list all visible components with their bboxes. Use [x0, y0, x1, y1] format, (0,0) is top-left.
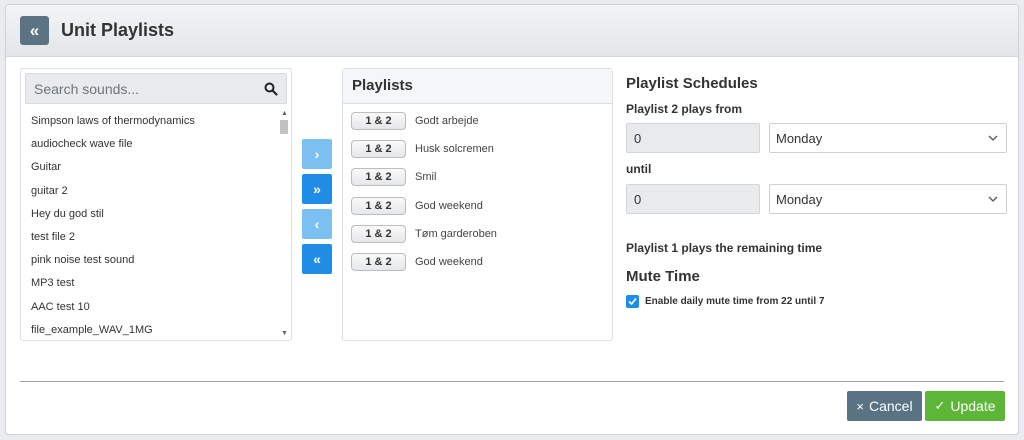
playlist-badge[interactable]: 1 & 2 — [351, 140, 406, 159]
playlist-name: God weekend — [415, 256, 483, 269]
until-label: until — [626, 162, 652, 176]
remove-all-button[interactable]: « — [302, 244, 332, 274]
playlist-row[interactable]: 1 & 2 God weekend — [343, 248, 612, 276]
mute-time-checkbox[interactable] — [626, 295, 639, 308]
from-fields: 0 Monday — [626, 123, 1007, 153]
add-all-button[interactable]: » — [302, 174, 332, 204]
remove-selected-button[interactable]: ‹ — [302, 209, 332, 239]
schedule-panel: Playlist Schedules Playlist 2 plays from… — [626, 75, 1007, 308]
list-item[interactable]: test file 2 — [21, 226, 279, 249]
cancel-button[interactable]: × Cancel — [847, 391, 922, 421]
cancel-button-label: Cancel — [869, 398, 913, 414]
update-button-label: Update — [950, 398, 996, 414]
unit-playlists-dialog: « Unit Playlists Search sounds... Simpso… — [5, 4, 1019, 435]
playlist-badge[interactable]: 1 & 2 — [351, 168, 406, 187]
until-day-value: Monday — [776, 192, 823, 207]
playlists-panel: Playlists 1 & 2 Godt arbejde 1 & 2 Husk … — [342, 68, 613, 341]
until-hour-input[interactable]: 0 — [626, 184, 760, 214]
footer-divider — [20, 381, 1004, 382]
schedule-title: Playlist Schedules — [626, 75, 758, 92]
sounds-panel: Search sounds... Simpson laws of thermod… — [20, 68, 292, 341]
search-input[interactable]: Search sounds... — [25, 73, 287, 104]
add-selected-button[interactable]: › — [302, 139, 332, 169]
scrollbar-thumb[interactable] — [280, 120, 288, 134]
remaining-time-text: Playlist 1 plays the remaining time — [626, 241, 823, 255]
playlists-title: Playlists — [343, 69, 612, 104]
until-day-select[interactable]: Monday — [769, 184, 1007, 214]
scroll-up-arrow-icon[interactable]: ▲ — [280, 110, 289, 118]
playlist-row[interactable]: 1 & 2 Smil — [343, 163, 612, 191]
playlist-row[interactable]: 1 & 2 Husk solcremen — [343, 135, 612, 163]
list-item[interactable]: Hey du god stil — [21, 203, 279, 226]
checkmark-icon — [628, 297, 637, 306]
from-day-value: Monday — [776, 131, 823, 146]
playlist-name: God weekend — [415, 199, 483, 212]
playlist-badge[interactable]: 1 & 2 — [351, 224, 406, 243]
playlist-name: Husk solcremen — [415, 143, 494, 156]
from-hour-input[interactable]: 0 — [626, 123, 760, 153]
playlist-row[interactable]: 1 & 2 Godt arbejde — [343, 107, 612, 135]
playlist-name: Godt arbejde — [415, 115, 479, 128]
sound-list-scrollbar[interactable]: ▲ ▼ — [280, 110, 289, 338]
until-fields: 0 Monday — [626, 184, 1007, 214]
double-chevron-left-icon: « — [313, 251, 321, 267]
playlist-name: Smil — [415, 171, 437, 184]
search-placeholder: Search sounds... — [34, 80, 140, 97]
list-item[interactable]: audiocheck wave file — [21, 133, 279, 156]
list-item[interactable]: guitar 2 — [21, 180, 279, 203]
playlist-name: Tøm garderoben — [415, 227, 497, 240]
list-item[interactable]: file_example_WAV_1MG — [21, 319, 279, 340]
list-item[interactable]: AAC test 10 — [21, 296, 279, 319]
scroll-down-arrow-icon[interactable]: ▼ — [280, 330, 289, 338]
mute-time-option[interactable]: Enable daily mute time from 22 until 7 — [626, 295, 1007, 308]
list-item[interactable]: Guitar — [21, 156, 279, 179]
chevron-right-icon: › — [314, 146, 320, 162]
mute-time-checkbox-label[interactable]: Enable daily mute time from 22 until 7 — [645, 296, 825, 307]
sound-list: Simpson laws of thermodynamics audiochec… — [21, 110, 279, 340]
list-item[interactable]: Simpson laws of thermodynamics — [21, 110, 279, 133]
playlist-badge[interactable]: 1 & 2 — [351, 112, 406, 131]
playlist-row[interactable]: 1 & 2 Tøm garderoben — [343, 220, 612, 248]
check-icon: ✓ — [934, 398, 946, 413]
chevron-down-icon — [988, 196, 998, 202]
list-item[interactable]: MP3 test — [21, 272, 279, 295]
playlist-row[interactable]: 1 & 2 God weekend — [343, 192, 612, 220]
double-chevron-left-icon: « — [29, 20, 40, 40]
back-button[interactable]: « — [20, 16, 49, 45]
list-item[interactable]: pink noise test sound — [21, 249, 279, 272]
from-label: Playlist 2 plays from — [626, 102, 743, 116]
dialog-header: « Unit Playlists — [6, 5, 1018, 57]
update-button[interactable]: ✓ Update — [925, 391, 1005, 421]
page-title: Unit Playlists — [61, 20, 175, 40]
chevron-left-icon: ‹ — [314, 216, 320, 232]
close-icon: × — [856, 398, 864, 414]
from-day-select[interactable]: Monday — [769, 123, 1007, 153]
double-chevron-right-icon: » — [313, 181, 321, 197]
search-icon[interactable] — [264, 82, 278, 96]
chevron-down-icon — [988, 135, 998, 141]
playlist-badge[interactable]: 1 & 2 — [351, 196, 406, 215]
playlist-badge[interactable]: 1 & 2 — [351, 253, 406, 272]
mute-time-title: Mute Time — [626, 268, 700, 285]
